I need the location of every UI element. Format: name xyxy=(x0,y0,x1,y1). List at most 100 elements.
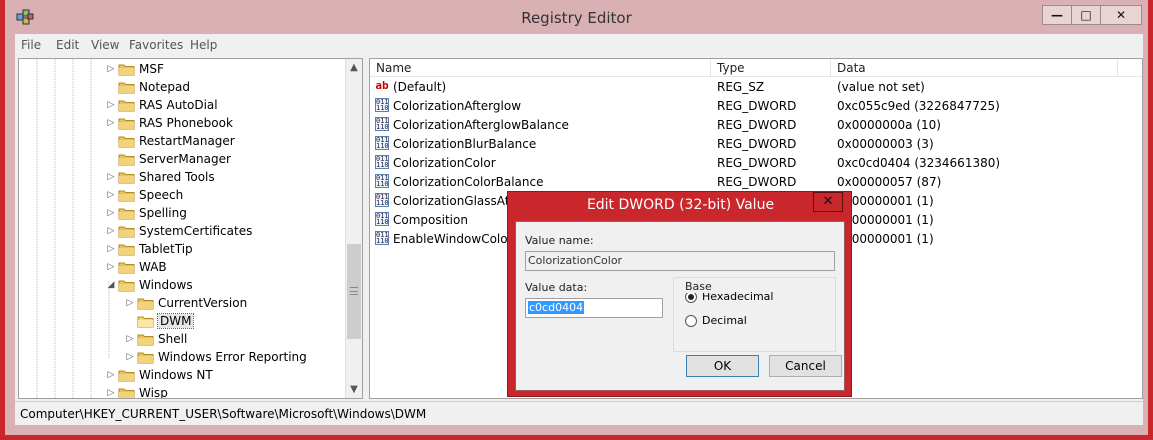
column-header-data[interactable]: Data xyxy=(831,59,1118,77)
folder-icon xyxy=(118,82,135,93)
tree-item[interactable]: ▷ Shared Tools xyxy=(104,168,215,186)
folder-icon xyxy=(118,280,135,291)
menu-edit[interactable]: Edit xyxy=(56,38,79,52)
folder-icon xyxy=(137,334,154,345)
tree-item[interactable]: ▷ WAB xyxy=(104,258,167,276)
tree-item-label: CurrentVersion xyxy=(158,296,248,310)
maximize-button[interactable]: □ xyxy=(1071,5,1101,25)
tree-item[interactable]: RestartManager xyxy=(104,132,235,150)
folder-icon xyxy=(118,154,135,165)
menu-file[interactable]: File xyxy=(21,38,41,52)
tree-item[interactable]: ▷ Wisp xyxy=(104,384,168,399)
value-name: ColorizationAfterglow xyxy=(393,99,522,113)
expand-arrow-icon[interactable]: ▷ xyxy=(104,172,118,182)
folder-icon xyxy=(118,136,135,147)
expand-arrow-icon[interactable]: ▷ xyxy=(104,190,118,200)
value-name: ColorizationColor xyxy=(393,156,496,170)
close-button[interactable]: ✕ xyxy=(1100,5,1142,25)
edit-dword-dialog: Edit DWORD (32-bit) Value ✕ Value name: … xyxy=(507,191,852,397)
folder-icon xyxy=(118,226,135,237)
tree-item-label: Wisp xyxy=(139,386,168,399)
tree-item[interactable]: ▷ Windows NT xyxy=(104,366,213,384)
tree-item[interactable]: ▷ SystemCertificates xyxy=(104,222,253,240)
radio-decimal-circle[interactable] xyxy=(685,314,697,327)
tree-scrollbar[interactable]: ▲ ▼ xyxy=(345,59,362,398)
menu-bar: File Edit View Favorites Help xyxy=(15,34,1143,56)
folder-icon xyxy=(118,100,135,111)
value-name: ColorizationAfterglowBalance xyxy=(393,118,569,132)
folder-icon xyxy=(118,370,135,381)
expand-arrow-icon[interactable]: ▷ xyxy=(104,118,118,128)
tree-item[interactable]: Notepad xyxy=(104,78,190,96)
expand-arrow-icon[interactable]: ▷ xyxy=(104,370,118,380)
tree-item[interactable]: ▷ RAS Phonebook xyxy=(104,114,233,132)
tree-item[interactable]: ▷ MSF xyxy=(104,60,164,78)
tree-item-label: SystemCertificates xyxy=(139,224,253,238)
ok-button[interactable]: OK xyxy=(686,355,759,377)
tree-item[interactable]: ▷ Shell xyxy=(123,330,188,348)
tree-item-label: Windows Error Reporting xyxy=(158,350,307,364)
dword-value-icon: 011 110 xyxy=(375,117,389,131)
tree-item-label: Speech xyxy=(139,188,184,202)
value-data: 0x0000000a (10) xyxy=(837,118,941,132)
tree-item-label: RAS Phonebook xyxy=(139,116,233,130)
value-row[interactable]: 011 110 ColorizationColorBalance REG_DWORD 0… xyxy=(370,173,1142,192)
folder-icon xyxy=(118,244,135,255)
minimize-button[interactable]: — xyxy=(1042,5,1072,25)
menu-view[interactable]: View xyxy=(91,38,119,52)
tree-item[interactable]: ◢ Windows xyxy=(104,276,193,294)
tree-item[interactable]: ▷ RAS AutoDial xyxy=(104,96,218,114)
value-row[interactable]: 011 110 ColorizationAfterglow REG_DWORD 0xc0… xyxy=(370,97,1142,116)
scroll-up-arrow-icon[interactable]: ▲ xyxy=(346,59,362,76)
value-row[interactable]: 011 110 ColorizationBlurBalance REG_DWORD 0x… xyxy=(370,135,1142,154)
expand-arrow-icon[interactable]: ▷ xyxy=(104,100,118,110)
dword-value-icon: 011 110 xyxy=(375,231,389,245)
expand-arrow-icon[interactable]: ▷ xyxy=(123,298,137,308)
tree-item-label: Shell xyxy=(158,332,188,346)
tree-item[interactable]: ▷ Speech xyxy=(104,186,184,204)
expand-arrow-icon[interactable]: ▷ xyxy=(104,262,118,272)
value-row[interactable]: 011 110 ColorizationAfterglowBalance REG_DW… xyxy=(370,116,1142,135)
expand-arrow-icon[interactable]: ▷ xyxy=(123,334,137,344)
value-data-field[interactable]: c0cd0404 xyxy=(525,298,663,318)
status-path: Computer\HKEY_CURRENT_USER\Software\Micr… xyxy=(20,407,427,421)
tree-item-label: Notepad xyxy=(139,80,190,94)
folder-icon xyxy=(137,352,154,363)
tree-item[interactable]: ▷ Spelling xyxy=(104,204,187,222)
expand-arrow-icon[interactable]: ▷ xyxy=(123,352,137,362)
expand-arrow-icon[interactable]: ▷ xyxy=(104,64,118,74)
value-row[interactable]: 011 110 ColorizationColor REG_DWORD 0xc0cd04… xyxy=(370,154,1142,173)
tree-item[interactable]: DWM xyxy=(123,312,195,330)
tree-item[interactable]: ▷ TabletTip xyxy=(104,240,193,258)
scroll-down-arrow-icon[interactable]: ▼ xyxy=(346,381,362,398)
title-bar[interactable]: Registry Editor — □ ✕ xyxy=(5,0,1148,34)
value-name: ColorizationBlurBalance xyxy=(393,137,537,151)
cancel-button[interactable]: Cancel xyxy=(769,355,842,377)
value-name: (Default) xyxy=(393,80,447,94)
dialog-body: Value name: ColorizationColor Value data… xyxy=(515,221,845,391)
tree-item[interactable]: ServerManager xyxy=(104,150,231,168)
expand-arrow-icon[interactable]: ▷ xyxy=(104,208,118,218)
dialog-close-button[interactable]: ✕ xyxy=(813,192,843,212)
folder-icon xyxy=(118,118,135,129)
value-data-label: Value data: xyxy=(525,281,588,294)
tree-item[interactable]: ▷ Windows Error Reporting xyxy=(123,348,307,366)
column-header-name[interactable]: Name xyxy=(370,59,711,77)
key-tree-pane[interactable]: ▷ MSF Notepad ▷ RAS AutoDial ▷ RAS Phonebook Re… xyxy=(18,58,363,399)
expand-arrow-icon[interactable]: ▷ xyxy=(104,388,118,398)
collapse-arrow-icon[interactable]: ◢ xyxy=(104,280,118,290)
folder-icon xyxy=(118,262,135,273)
expand-arrow-icon[interactable]: ▷ xyxy=(104,244,118,254)
scroll-thumb[interactable] xyxy=(347,244,361,339)
tree-item[interactable]: ▷ CurrentVersion xyxy=(123,294,248,312)
menu-favorites[interactable]: Favorites xyxy=(129,38,183,52)
column-header-type[interactable]: Type xyxy=(711,59,831,77)
tree-item-label: MSF xyxy=(139,62,164,76)
radio-decimal-label: Decimal xyxy=(702,314,747,327)
value-row[interactable]: ab (Default) REG_SZ (value not set) xyxy=(370,78,1142,97)
expand-arrow-icon[interactable]: ▷ xyxy=(104,226,118,236)
value-type: REG_DWORD xyxy=(717,175,797,189)
menu-help[interactable]: Help xyxy=(190,38,217,52)
tree-item-label: WAB xyxy=(139,260,167,274)
radio-decimal[interactable]: Decimal xyxy=(685,314,747,327)
